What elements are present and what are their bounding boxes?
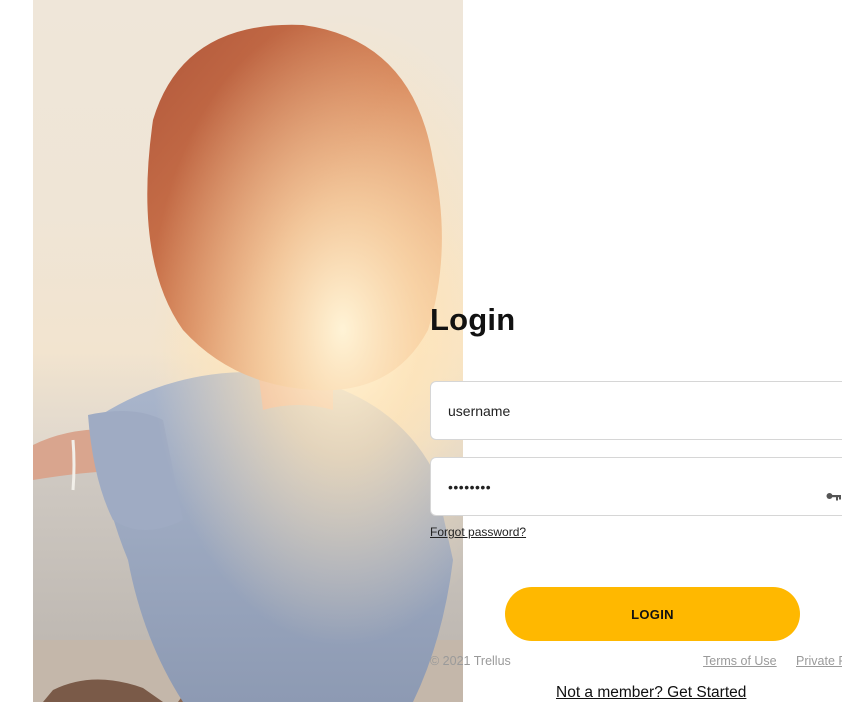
copyright-text: © 2021 Trellus <box>430 654 511 668</box>
sun-glow <box>33 0 463 702</box>
login-button[interactable]: LOGIN <box>505 587 800 641</box>
privacy-policy-link[interactable]: Private P <box>796 654 842 668</box>
terms-of-use-link[interactable]: Terms of Use <box>703 654 777 668</box>
key-icon-svg <box>826 493 841 501</box>
login-page: Login username •••••••• Forgot password?… <box>0 0 842 702</box>
password-field[interactable]: •••••••• <box>430 457 842 516</box>
signup-link[interactable]: Not a member? Get Started <box>556 684 746 702</box>
login-title: Login <box>430 302 516 337</box>
forgot-password-link[interactable]: Forgot password? <box>430 525 526 539</box>
key-icon[interactable] <box>826 491 842 503</box>
hero-illustration <box>33 0 463 702</box>
password-value: •••••••• <box>448 478 492 495</box>
hero-image <box>33 0 463 702</box>
username-field[interactable]: username <box>430 381 842 440</box>
username-value: username <box>448 402 511 419</box>
